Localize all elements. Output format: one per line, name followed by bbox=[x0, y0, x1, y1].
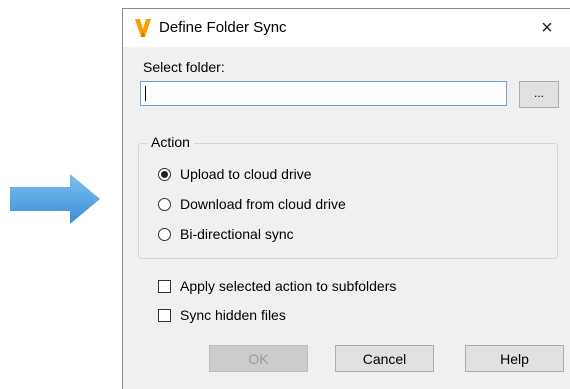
radio-selected-dot bbox=[161, 170, 168, 178]
folder-path-input[interactable] bbox=[140, 81, 507, 106]
select-folder-label: Select folder: bbox=[143, 59, 225, 75]
apply-subfolders-label: Apply selected action to subfolders bbox=[180, 278, 397, 294]
cancel-button[interactable]: Cancel bbox=[335, 345, 434, 372]
radio-bidirectional[interactable]: Bi-directional sync bbox=[158, 226, 294, 242]
checkbox-sync-hidden[interactable]: Sync hidden files bbox=[158, 307, 286, 323]
close-button[interactable]: × bbox=[524, 9, 570, 47]
dialog-title: Define Folder Sync bbox=[159, 19, 287, 36]
action-group-title: Action bbox=[147, 134, 194, 150]
browse-button[interactable]: ... bbox=[519, 81, 559, 108]
close-icon: × bbox=[541, 16, 553, 39]
arrow-right-icon bbox=[10, 174, 100, 224]
sync-hidden-label: Sync hidden files bbox=[180, 307, 286, 323]
radio-download-label: Download from cloud drive bbox=[180, 196, 346, 212]
define-folder-sync-dialog: Define Folder Sync × Select folder: ... … bbox=[122, 8, 570, 389]
radio-bidirectional-label: Bi-directional sync bbox=[180, 226, 294, 242]
radio-button[interactable] bbox=[158, 227, 171, 241]
checkbox[interactable] bbox=[158, 308, 171, 322]
text-caret bbox=[145, 86, 146, 101]
help-button-label: Help bbox=[500, 350, 529, 367]
radio-button[interactable] bbox=[158, 167, 171, 181]
ok-button[interactable]: OK bbox=[209, 345, 308, 372]
radio-upload[interactable]: Upload to cloud drive bbox=[158, 166, 312, 182]
radio-upload-label: Upload to cloud drive bbox=[180, 166, 312, 182]
checkbox[interactable] bbox=[158, 279, 171, 293]
radio-download[interactable]: Download from cloud drive bbox=[158, 196, 346, 212]
browse-button-label: ... bbox=[533, 85, 544, 100]
ok-button-label: OK bbox=[248, 350, 269, 367]
checkbox-apply-subfolders[interactable]: Apply selected action to subfolders bbox=[158, 278, 396, 294]
title-bar: Define Folder Sync × bbox=[123, 9, 570, 47]
radio-button[interactable] bbox=[158, 197, 171, 211]
cancel-button-label: Cancel bbox=[362, 350, 407, 367]
vault-logo-icon bbox=[135, 19, 151, 37]
help-button[interactable]: Help bbox=[465, 345, 564, 372]
